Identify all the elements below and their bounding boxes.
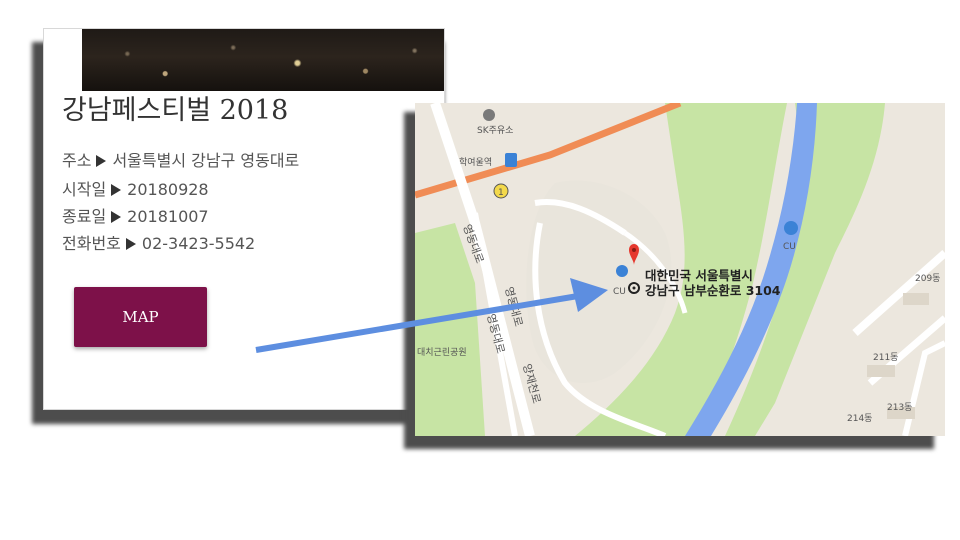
start-date-label: 시작일 <box>62 180 107 199</box>
map-address-line1: 대한민국 서울특별시 <box>645 268 753 283</box>
end-date-label: 종료일 <box>62 207 107 226</box>
map-panel[interactable]: SK주유소 학여울역 1 영동대로 영동대로 영동대로 양재천로 대치근린공원 … <box>415 103 945 436</box>
address-label: 주소 <box>62 151 92 170</box>
end-date-value: 20181007 <box>127 207 209 226</box>
building-label: 214동 <box>847 413 872 424</box>
festival-photo <box>82 29 444 91</box>
pin-center <box>632 248 636 252</box>
building-211 <box>867 365 895 377</box>
gas-station-icon <box>483 109 495 121</box>
shopping-cart-icon <box>616 265 628 277</box>
end-date-row: 종료일 20181007 <box>62 203 209 227</box>
phone-value: 02-3423-5542 <box>141 234 256 253</box>
map-button[interactable]: MAP <box>74 287 207 347</box>
building-209 <box>903 293 929 305</box>
building-label: 211동 <box>873 352 898 363</box>
store-label: CU <box>613 287 626 297</box>
side-road <box>852 250 945 336</box>
station-label: 학여울역 <box>459 156 492 168</box>
address-row: 주소 서울특별시 강남구 영동대로 <box>62 147 299 171</box>
event-title: 강남페스티벌 2018 <box>62 95 289 126</box>
phone-label: 전화번호 <box>62 234 121 253</box>
exit-number: 1 <box>498 188 504 198</box>
play-arrow-icon <box>96 155 107 167</box>
building-label: 213동 <box>887 402 912 413</box>
play-arrow-icon <box>111 184 122 196</box>
target-dot <box>632 286 636 290</box>
map-address-line2: 강남구 남부순환로 3104 <box>645 283 781 298</box>
start-date-row: 시작일 20180928 <box>62 176 209 200</box>
start-date-value: 20180928 <box>127 180 209 199</box>
park-label: 대치근린공원 <box>417 346 467 358</box>
address-value: 서울특별시 강남구 영동대로 <box>112 151 300 170</box>
play-arrow-icon <box>125 238 136 250</box>
side-road <box>902 340 945 436</box>
gas-station-label: SK주유소 <box>477 125 513 136</box>
store-label: CU <box>783 242 796 252</box>
shopping-cart-icon <box>784 221 798 235</box>
map-address: 대한민국 서울특별시 강남구 남부순환로 3104 <box>645 268 781 298</box>
phone-row: 전화번호 02-3423-5542 <box>62 230 255 254</box>
play-arrow-icon <box>111 211 122 223</box>
subway-icon <box>505 153 517 167</box>
building-label: 209동 <box>915 273 940 284</box>
